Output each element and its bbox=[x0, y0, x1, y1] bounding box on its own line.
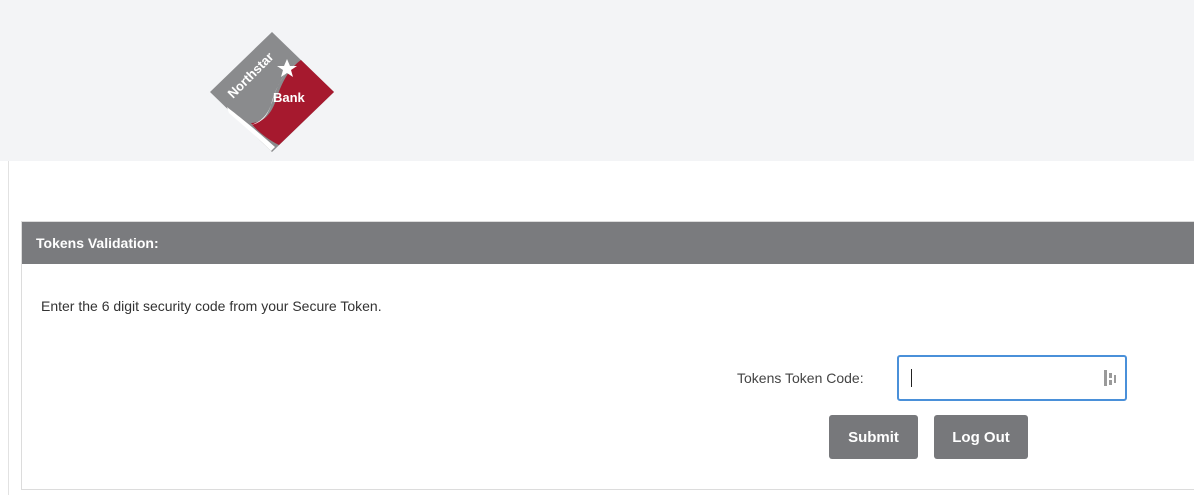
page-header: Northstar Bank bbox=[0, 0, 1194, 161]
password-manager-icon[interactable] bbox=[1103, 369, 1117, 387]
logout-button[interactable]: Log Out bbox=[934, 415, 1028, 459]
northstar-bank-logo[interactable]: Northstar Bank bbox=[205, 27, 339, 157]
submit-button[interactable]: Submit bbox=[829, 415, 918, 459]
left-divider bbox=[8, 161, 9, 495]
logo-text-bank: Bank bbox=[273, 90, 306, 105]
text-caret bbox=[911, 369, 912, 387]
instructions-text: Enter the 6 digit security code from you… bbox=[41, 298, 382, 314]
token-code-label: Tokens Token Code: bbox=[737, 370, 864, 386]
token-validation-panel: Tokens Validation: Enter the 6 digit sec… bbox=[21, 221, 1194, 490]
token-code-input[interactable] bbox=[897, 355, 1127, 401]
panel-title: Tokens Validation: bbox=[22, 222, 1194, 264]
